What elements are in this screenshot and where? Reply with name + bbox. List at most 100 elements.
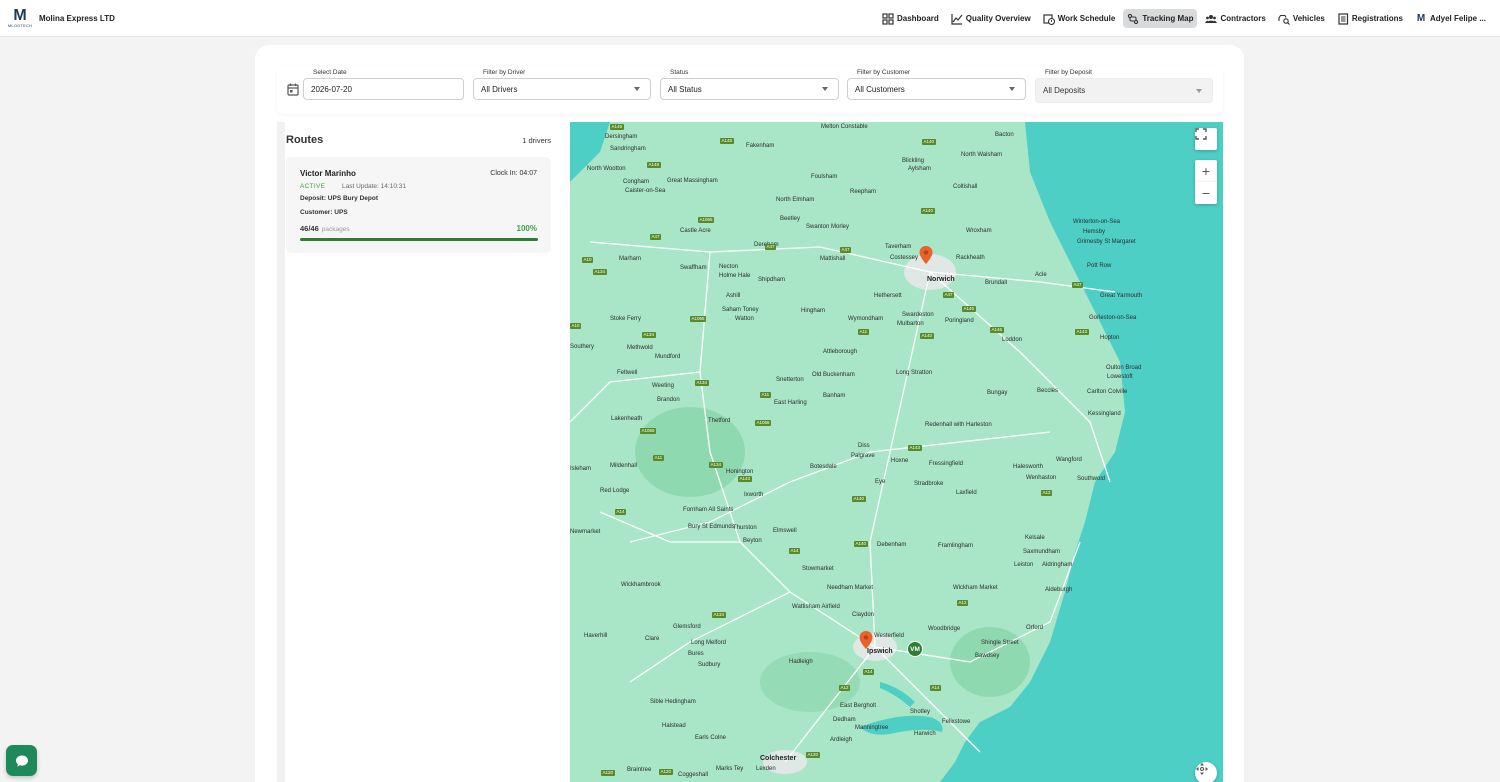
place-label: Braintree xyxy=(627,767,652,773)
road-shield: A120 xyxy=(601,770,615,776)
place-label-city: Norwich xyxy=(927,276,955,283)
place-label: Castle Acre xyxy=(680,228,711,234)
nav-quality-overview[interactable]: Quality Overview xyxy=(947,9,1035,28)
nav-vehicles[interactable]: Vehicles xyxy=(1274,9,1329,28)
road-shield: A140 xyxy=(922,139,936,145)
place-label: Fornham All Saints xyxy=(683,507,734,513)
place-label: North Wootton xyxy=(587,166,626,172)
nav-label: Contractors xyxy=(1220,14,1266,23)
place-label: Necton xyxy=(719,264,739,270)
zoom-out-button[interactable]: − xyxy=(1195,182,1217,204)
brand[interactable]: M MLOGTECH Molina Express LTD xyxy=(0,4,115,32)
nav-label: Tracking Map xyxy=(1142,14,1194,23)
place-label: Aylsham xyxy=(908,166,931,172)
date-input[interactable]: 2026-07-20 xyxy=(303,78,464,100)
road-shield: A1066 xyxy=(755,420,772,426)
place-label: Wenhaston xyxy=(1026,475,1057,481)
user-menu[interactable]: M Adyel Felipe ... xyxy=(1411,9,1490,28)
place-label: Kessingland xyxy=(1088,411,1121,417)
document-list-icon xyxy=(1338,12,1348,25)
chat-button[interactable] xyxy=(6,745,37,776)
place-label: Mulbarton xyxy=(897,321,924,327)
place-label: Woodbridge xyxy=(928,626,961,632)
place-label: Botesdale xyxy=(810,464,837,470)
route-card[interactable]: Victor Marinho Clock In: 04:07 ACTIVE La… xyxy=(286,157,551,253)
calendar-icon[interactable] xyxy=(287,83,299,96)
deposit-info: Deposit: UPS Bury Depot xyxy=(300,195,379,202)
zoom-in-button[interactable]: + xyxy=(1195,160,1217,182)
place-label: Newmarket xyxy=(570,529,601,535)
drivers-count: 1 drivers xyxy=(522,136,551,145)
place-label: North Elmham xyxy=(776,197,815,203)
driver-select[interactable]: All Drivers xyxy=(473,78,651,100)
deposit-filter: Filter by Deposit All Deposits xyxy=(1035,68,1213,103)
place-label: Palgrave xyxy=(851,453,875,459)
place-label: Stoke Ferry xyxy=(610,316,642,322)
stop-pin-ipswich[interactable] xyxy=(859,631,873,649)
status-select-value: All Status xyxy=(668,84,702,94)
main-nav: Dashboard Quality Overview Work Schedule… xyxy=(878,0,1490,37)
nav-label: Quality Overview xyxy=(965,14,1031,23)
road-shield: A148 xyxy=(647,162,661,168)
place-label: Sudbury xyxy=(698,662,721,668)
nav-dashboard[interactable]: Dashboard xyxy=(878,9,943,28)
road-shield: A149 xyxy=(610,124,624,130)
place-label: Snetterton xyxy=(776,377,804,383)
place-label: Hethersett xyxy=(874,293,902,299)
progress-bar xyxy=(300,238,538,241)
road-shield: A143 xyxy=(1075,329,1089,335)
driver-marker[interactable]: VM xyxy=(907,641,923,657)
place-label: Poringland xyxy=(945,318,974,324)
road-shield: A47 xyxy=(840,247,852,253)
nav-registrations[interactable]: Registrations xyxy=(1333,9,1407,28)
place-label: Holme Hale xyxy=(719,273,751,279)
place-label: Old Buckenham xyxy=(812,372,855,378)
place-label: Halstead xyxy=(662,723,686,729)
place-label: Reepham xyxy=(850,189,877,195)
road-shield: A11 xyxy=(760,392,771,398)
place-label: Wangford xyxy=(1056,457,1082,463)
road-shield: A10 xyxy=(582,257,594,263)
nav-label: Work Schedule xyxy=(1057,14,1116,23)
road-shield: A1065 xyxy=(640,428,657,434)
stop-pin-norwich[interactable] xyxy=(919,246,933,264)
place-label: Laxfield xyxy=(956,490,977,496)
place-label: Red Lodge xyxy=(600,488,630,494)
tracking-map[interactable]: Melton Constable Bacton North Walsham De… xyxy=(570,122,1223,782)
road-shield: A47 xyxy=(943,292,955,298)
place-label: Hopton xyxy=(1100,335,1120,341)
clock-in-time: Clock In: 04:07 xyxy=(490,170,537,177)
route-icon xyxy=(1128,13,1139,24)
status-select[interactable]: All Status xyxy=(660,78,839,100)
place-label: Mattishall xyxy=(820,256,846,262)
recenter-button[interactable] xyxy=(1195,762,1217,782)
place-label: Shotley xyxy=(910,709,931,715)
nav-contractors[interactable]: Contractors xyxy=(1201,9,1269,28)
place-label: Winterton-on-Sea xyxy=(1073,219,1121,225)
place-label: Hoxne xyxy=(891,458,909,464)
place-label: Aldringham xyxy=(1042,562,1073,568)
place-label: Glemsford xyxy=(673,624,701,630)
deposit-select[interactable]: All Deposits xyxy=(1035,78,1213,103)
user-name: Adyel Felipe ... xyxy=(1429,14,1486,23)
place-label: Great Massingham xyxy=(667,178,718,184)
place-label: Orford xyxy=(1026,625,1044,631)
customer-select[interactable]: All Customers xyxy=(847,78,1026,100)
place-label: Felixstowe xyxy=(942,719,971,725)
nav-label: Registrations xyxy=(1351,14,1403,23)
place-label: Aldeburgh xyxy=(1045,587,1073,593)
place-label: Eye xyxy=(875,479,886,485)
status-filter: Status All Status xyxy=(660,68,839,100)
place-label: Ixworth xyxy=(744,492,764,498)
fullscreen-button[interactable] xyxy=(1195,128,1217,150)
place-label: Wroxham xyxy=(966,228,992,234)
place-label: Wickham Market xyxy=(953,585,998,591)
place-label: Elmswell xyxy=(773,528,797,534)
nav-tracking-map[interactable]: Tracking Map xyxy=(1123,9,1198,28)
nav-work-schedule[interactable]: Work Schedule xyxy=(1039,9,1120,28)
company-name: Molina Express LTD xyxy=(39,13,115,23)
place-label: Great Yarmouth xyxy=(1100,293,1143,299)
place-label: Honington xyxy=(726,469,754,475)
road-shield: A14 xyxy=(930,685,942,691)
date-filter-label: Select Date xyxy=(313,69,347,76)
